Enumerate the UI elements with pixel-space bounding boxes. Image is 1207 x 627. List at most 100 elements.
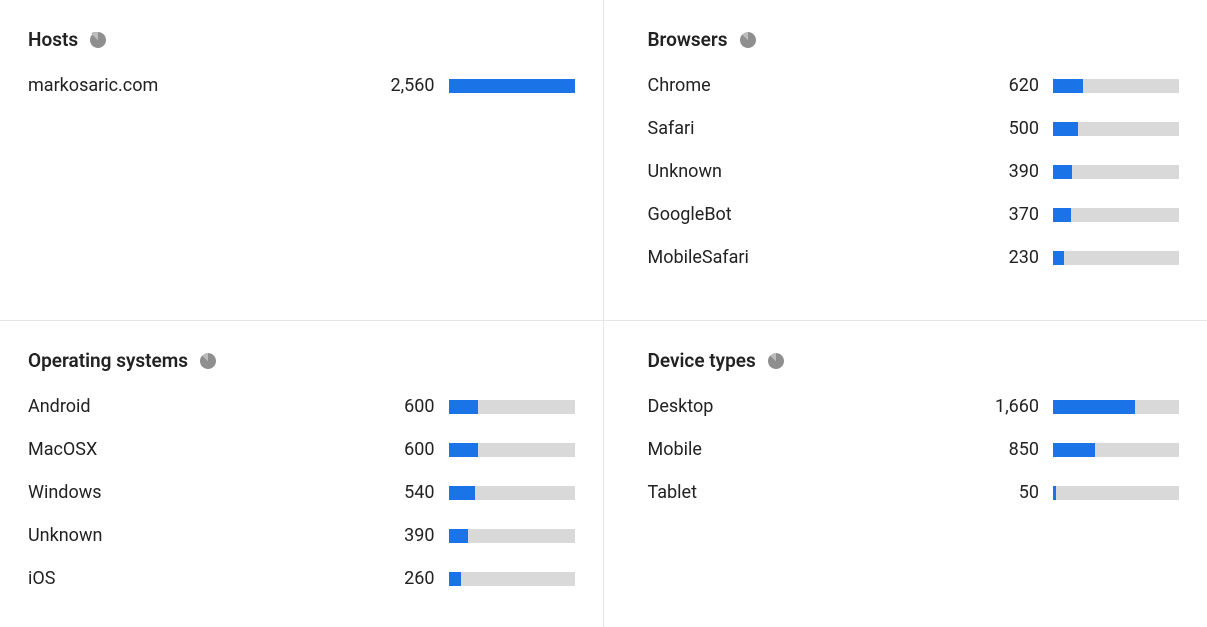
bar-fill xyxy=(449,79,575,93)
browsers-rows: Chrome 620 Safari 500 Unknown 390 GoogleBot 370… xyxy=(648,75,1180,268)
table-row[interactable]: GoogleBot 370 xyxy=(648,204,1180,225)
bar-fill xyxy=(1053,165,1072,179)
row-label: Chrome xyxy=(648,75,976,96)
bar-track xyxy=(1053,165,1179,179)
pie-chart-icon[interactable] xyxy=(90,32,106,48)
row-value: 600 xyxy=(383,396,435,417)
bar-fill xyxy=(1053,400,1135,414)
browsers-title: Browsers xyxy=(648,28,728,51)
row-right: 600 xyxy=(383,396,575,417)
row-label: GoogleBot xyxy=(648,204,976,225)
pie-chart-icon[interactable] xyxy=(768,353,784,369)
table-row[interactable]: markosaric.com2,560 xyxy=(28,75,575,96)
bar-track xyxy=(449,486,575,500)
bar-track xyxy=(449,443,575,457)
row-value: 620 xyxy=(987,75,1039,96)
bar-fill xyxy=(449,529,468,543)
row-right: 390 xyxy=(383,525,575,546)
hosts-rows: markosaric.com2,560 xyxy=(28,75,575,96)
row-right: 500 xyxy=(987,118,1179,139)
row-right: 1,660 xyxy=(987,396,1179,417)
row-label: MobileSafari xyxy=(648,247,976,268)
devices-header: Device types xyxy=(648,349,1180,372)
bar-fill xyxy=(1053,122,1078,136)
row-value: 500 xyxy=(987,118,1039,139)
table-row[interactable]: Tablet 50 xyxy=(648,482,1180,503)
browsers-panel: Browsers Chrome 620 Safari 500 Unknown 390 Goo… xyxy=(604,0,1207,320)
row-label: Android xyxy=(28,396,371,417)
pie-chart-icon[interactable] xyxy=(740,32,756,48)
row-label: Windows xyxy=(28,482,371,503)
browsers-header: Browsers xyxy=(648,28,1180,51)
row-value: 2,560 xyxy=(383,75,435,96)
table-row[interactable]: Desktop 1,660 xyxy=(648,396,1180,417)
os-title: Operating systems xyxy=(28,349,188,372)
row-value: 50 xyxy=(987,482,1039,503)
bar-fill xyxy=(1053,443,1095,457)
row-value: 1,660 xyxy=(987,396,1039,417)
os-rows: Android 600 MacOSX 600 Windows 540 Unknown 390 i… xyxy=(28,396,575,589)
row-value: 260 xyxy=(383,568,435,589)
table-row[interactable]: Unknown 390 xyxy=(648,161,1180,182)
bar-fill xyxy=(449,572,462,586)
table-row[interactable]: Unknown 390 xyxy=(28,525,575,546)
pie-chart-icon[interactable] xyxy=(200,353,216,369)
row-right: 620 xyxy=(987,75,1179,96)
bar-track xyxy=(1053,486,1179,500)
hosts-title: Hosts xyxy=(28,28,78,51)
bar-fill xyxy=(1053,79,1083,93)
row-value: 850 xyxy=(987,439,1039,460)
hosts-header: Hosts xyxy=(28,28,575,51)
os-panel: Operating systems Android 600 MacOSX 600 Win… xyxy=(0,320,604,627)
row-right: 2,560 xyxy=(383,75,575,96)
os-header: Operating systems xyxy=(28,349,575,372)
row-value: 600 xyxy=(383,439,435,460)
bar-fill xyxy=(1053,251,1064,265)
row-right: 260 xyxy=(383,568,575,589)
row-label: Safari xyxy=(648,118,976,139)
row-label: Tablet xyxy=(648,482,976,503)
devices-panel: Device types Desktop 1,660 Mobile 850 Tablet… xyxy=(604,320,1207,627)
table-row[interactable]: MacOSX 600 xyxy=(28,439,575,460)
row-value: 230 xyxy=(987,247,1039,268)
devices-rows: Desktop 1,660 Mobile 850 Tablet 50 xyxy=(648,396,1180,503)
row-label: Unknown xyxy=(28,525,371,546)
bar-track xyxy=(449,400,575,414)
bar-track xyxy=(1053,251,1179,265)
row-label: Mobile xyxy=(648,439,976,460)
bar-track xyxy=(449,529,575,543)
table-row[interactable]: MobileSafari 230 xyxy=(648,247,1180,268)
bar-fill xyxy=(449,486,476,500)
table-row[interactable]: Mobile 850 xyxy=(648,439,1180,460)
row-right: 370 xyxy=(987,204,1179,225)
bar-track xyxy=(1053,208,1179,222)
row-value: 370 xyxy=(987,204,1039,225)
row-label: Desktop xyxy=(648,396,976,417)
stats-grid: Hosts markosaric.com2,560 Browsers Chrom… xyxy=(0,0,1207,627)
bar-fill xyxy=(449,443,478,457)
bar-track xyxy=(1053,122,1179,136)
table-row[interactable]: Android 600 xyxy=(28,396,575,417)
bar-fill xyxy=(1053,208,1071,222)
table-row[interactable]: Chrome 620 xyxy=(648,75,1180,96)
bar-track xyxy=(449,572,575,586)
row-label: MacOSX xyxy=(28,439,371,460)
row-right: 50 xyxy=(987,482,1179,503)
row-value: 390 xyxy=(987,161,1039,182)
row-right: 230 xyxy=(987,247,1179,268)
row-right: 850 xyxy=(987,439,1179,460)
row-label: iOS xyxy=(28,568,371,589)
bar-track xyxy=(1053,400,1179,414)
row-value: 540 xyxy=(383,482,435,503)
table-row[interactable]: Windows 540 xyxy=(28,482,575,503)
row-label: Unknown xyxy=(648,161,976,182)
row-right: 540 xyxy=(383,482,575,503)
table-row[interactable]: iOS 260 xyxy=(28,568,575,589)
bar-fill xyxy=(1053,486,1056,500)
row-value: 390 xyxy=(383,525,435,546)
row-right: 600 xyxy=(383,439,575,460)
table-row[interactable]: Safari 500 xyxy=(648,118,1180,139)
bar-track xyxy=(1053,443,1179,457)
bar-fill xyxy=(449,400,478,414)
hosts-panel: Hosts markosaric.com2,560 xyxy=(0,0,604,320)
